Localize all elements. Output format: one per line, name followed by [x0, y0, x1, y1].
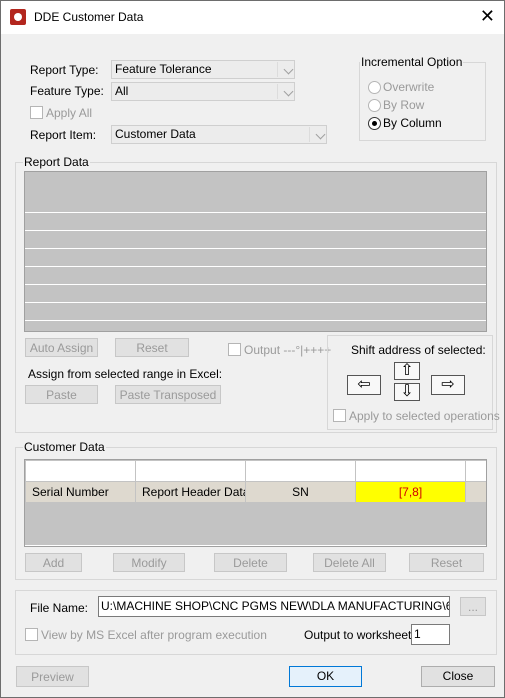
- reset-report-button[interactable]: Reset: [115, 338, 189, 357]
- customer-data-grid[interactable]: Serial Number Report Header Data SN [7,8…: [24, 459, 487, 547]
- reset-customer-button[interactable]: Reset: [409, 553, 484, 572]
- browse-button[interactable]: ...: [460, 597, 486, 616]
- table-cell-highlighted[interactable]: [7,8]: [355, 481, 466, 503]
- table-cell[interactable]: [25, 502, 136, 524]
- by-column-radio[interactable]: [368, 117, 381, 130]
- chevron-down-icon: [315, 129, 326, 140]
- table-cell[interactable]: Report Header Data: [135, 481, 246, 503]
- output-worksheet-label: Output to worksheet:: [304, 628, 415, 642]
- chevron-down-icon: [283, 64, 294, 75]
- table-cell[interactable]: [245, 523, 356, 545]
- table-row[interactable]: Serial Number Report Header Data SN [7,8…: [25, 481, 486, 503]
- shift-right-button[interactable]: ⇨: [431, 375, 465, 395]
- report-type-value: Feature Tolerance: [115, 62, 212, 76]
- dde-customer-data-dialog: DDE Customer Data ✕ Report Type: Feature…: [0, 0, 505, 698]
- feature-type-label: Feature Type:: [30, 84, 104, 98]
- customer-data-table: Serial Number Report Header Data SN [7,8…: [25, 460, 486, 545]
- table-cell[interactable]: [245, 460, 356, 482]
- view-excel-label: View by MS Excel after program execution: [41, 628, 267, 642]
- view-excel-checkbox[interactable]: [25, 628, 38, 641]
- overwrite-label: Overwrite: [383, 80, 435, 94]
- table-cell[interactable]: [135, 502, 246, 524]
- table-cell[interactable]: [355, 460, 466, 482]
- report-item-select[interactable]: Customer Data: [111, 125, 327, 144]
- window-title: DDE Customer Data: [34, 10, 144, 24]
- report-type-select[interactable]: Feature Tolerance: [111, 60, 295, 79]
- output-label: Output ---°|++++: [244, 343, 332, 357]
- table-cell[interactable]: [25, 523, 136, 545]
- table-cell[interactable]: [135, 460, 246, 482]
- table-cell[interactable]: [245, 502, 356, 524]
- report-type-label: Report Type:: [30, 63, 99, 77]
- table-cell[interactable]: [135, 523, 246, 545]
- arrow-up-icon: ⇧: [400, 362, 414, 379]
- auto-assign-button[interactable]: Auto Assign: [25, 338, 98, 357]
- table-cell[interactable]: [355, 502, 466, 524]
- customer-data-title: Customer Data: [23, 440, 106, 454]
- table-row[interactable]: [25, 523, 486, 545]
- chevron-down-icon: [283, 86, 294, 97]
- close-window-icon[interactable]: ✕: [480, 6, 495, 26]
- apply-selected-label: Apply to selected operations: [349, 409, 500, 423]
- arrow-right-icon: ⇨: [441, 376, 455, 393]
- arrow-left-icon: ⇦: [357, 376, 371, 393]
- file-name-field[interactable]: U:\MACHINE SHOP\CNC PGMS NEW\DLA MANUFAC…: [98, 596, 450, 617]
- output-checkbox[interactable]: [228, 343, 241, 356]
- delete-all-button[interactable]: Delete All: [313, 553, 386, 572]
- paste-transposed-button[interactable]: Paste Transposed: [115, 385, 221, 404]
- shift-down-button[interactable]: ⇩: [394, 383, 420, 401]
- table-cell[interactable]: [25, 460, 136, 482]
- by-row-radio[interactable]: [368, 99, 381, 112]
- table-row[interactable]: [25, 502, 486, 524]
- table-cell[interactable]: SN: [245, 481, 356, 503]
- table-cell[interactable]: [355, 523, 466, 545]
- feature-type-select[interactable]: All: [111, 82, 295, 101]
- incremental-option-title: Incremental Option: [360, 55, 464, 69]
- close-button[interactable]: Close: [421, 666, 495, 687]
- overwrite-radio[interactable]: [368, 81, 381, 94]
- shift-address-label: Shift address of selected:: [351, 343, 486, 357]
- ok-button[interactable]: OK: [289, 666, 362, 687]
- output-worksheet-field[interactable]: 1: [411, 624, 450, 645]
- shift-up-button[interactable]: ⇧: [394, 362, 420, 380]
- arrow-down-icon: ⇩: [400, 383, 414, 400]
- table-row[interactable]: [25, 460, 486, 482]
- apply-all-checkbox[interactable]: [30, 106, 43, 119]
- assign-from-excel-label: Assign from selected range in Excel:: [28, 367, 223, 381]
- modify-button[interactable]: Modify: [113, 553, 185, 572]
- file-name-label: File Name:: [30, 601, 89, 615]
- delete-button[interactable]: Delete: [214, 553, 287, 572]
- report-item-label: Report Item:: [30, 128, 97, 142]
- add-button[interactable]: Add: [25, 553, 82, 572]
- report-item-value: Customer Data: [115, 127, 196, 141]
- feature-type-value: All: [115, 84, 129, 98]
- by-row-label: By Row: [383, 98, 425, 112]
- title-bar: DDE Customer Data ✕: [1, 1, 504, 34]
- by-column-label: By Column: [383, 116, 442, 130]
- app-icon: [10, 9, 26, 25]
- report-data-grid[interactable]: [24, 171, 487, 332]
- paste-button[interactable]: Paste: [25, 385, 98, 404]
- preview-button[interactable]: Preview: [16, 666, 89, 687]
- report-data-title: Report Data: [23, 155, 90, 169]
- table-cell[interactable]: Serial Number: [25, 481, 136, 503]
- apply-all-label: Apply All: [46, 106, 93, 120]
- shift-left-button[interactable]: ⇦: [347, 375, 381, 395]
- apply-selected-checkbox[interactable]: [333, 409, 346, 422]
